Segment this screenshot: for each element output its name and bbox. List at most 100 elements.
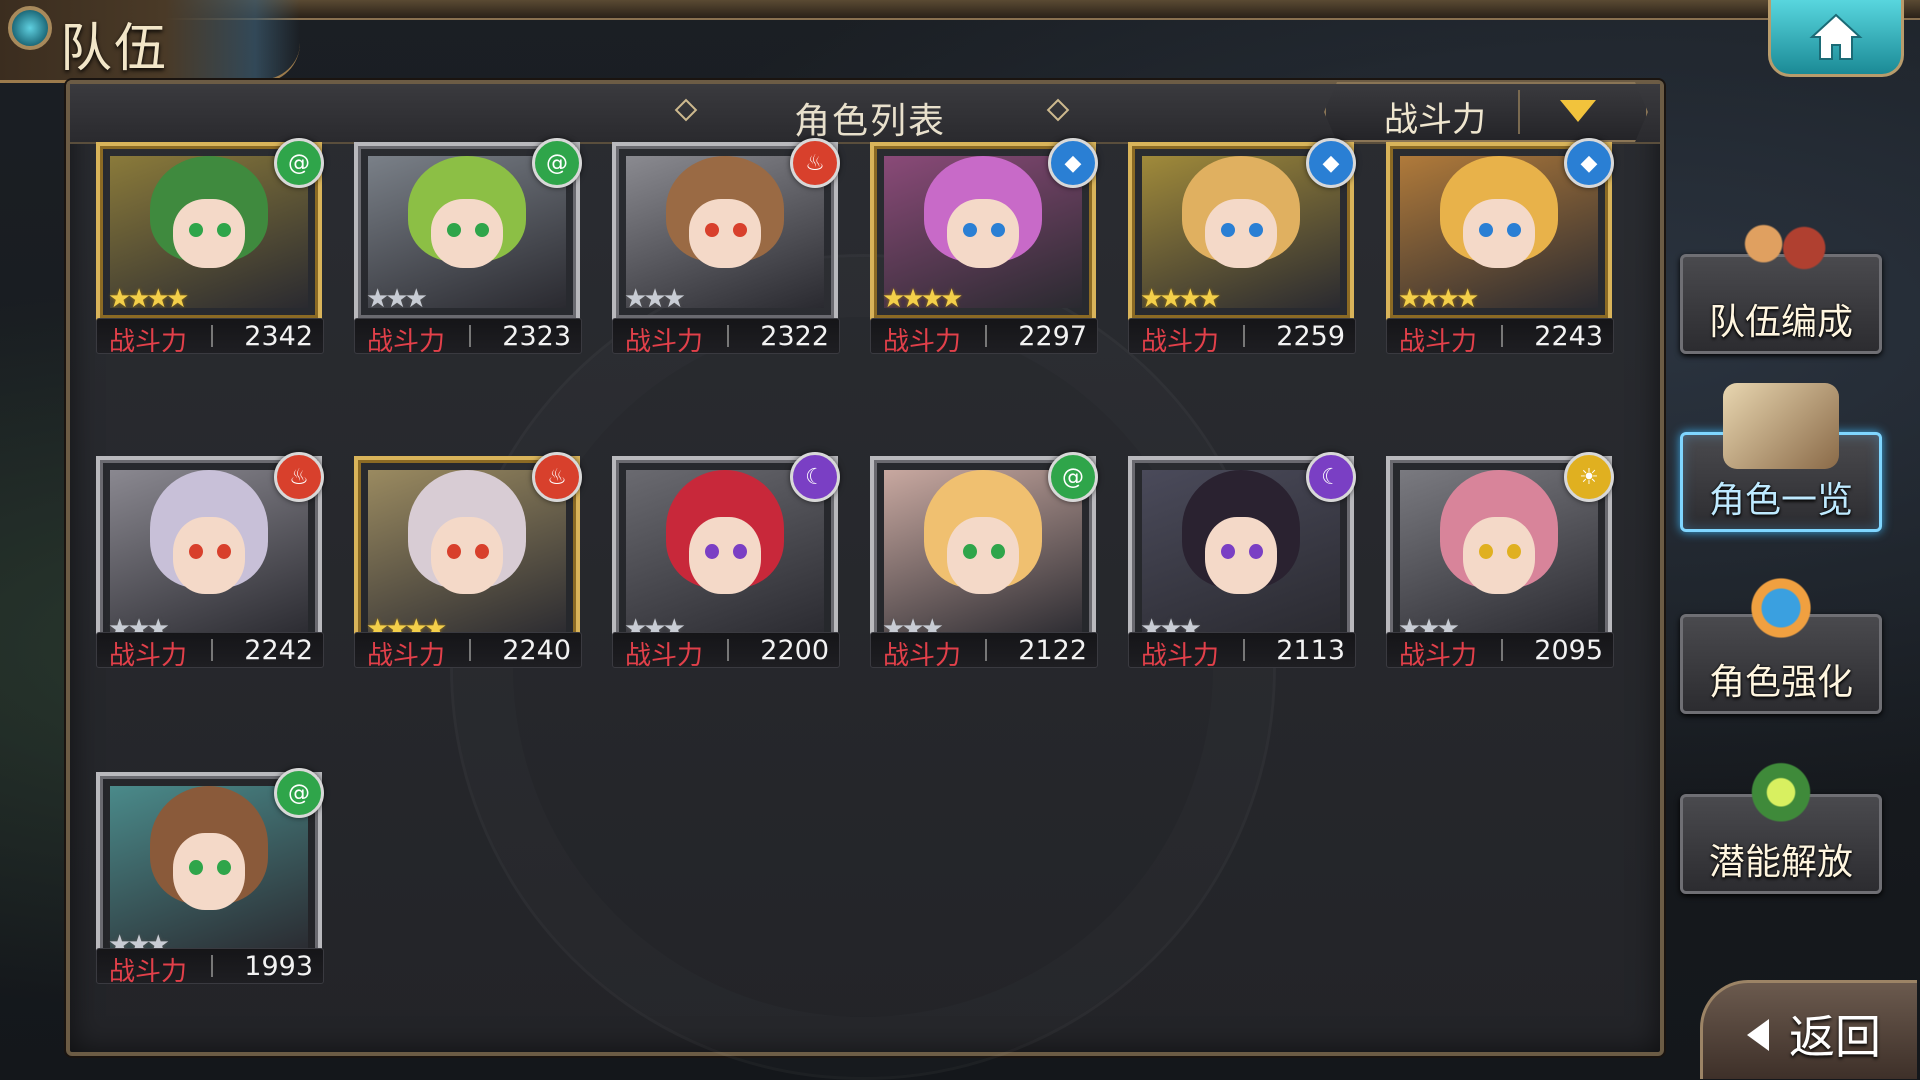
character-face [689,517,761,595]
power-divider [211,325,213,347]
character-face [173,198,245,269]
potential-orb-icon [1723,745,1839,831]
star-icon: ★ [939,284,963,314]
power-bar: 战斗力 2113 [1128,632,1356,671]
wind-element-icon: @ [532,138,582,188]
character-card[interactable]: ◆ ★★★★ 战斗力 2259 [1128,138,1356,357]
power-divider [727,325,729,347]
water-element-icon: ◆ [1564,138,1614,188]
power-value: 2323 [502,321,571,352]
dropdown-triangle-icon [1560,100,1596,122]
star-icon: ★ [1436,284,1460,314]
book-icon [1723,383,1839,469]
sidebar-item-label: 队伍编成 [1708,302,1853,343]
power-bar: 战斗力 2342 [96,318,324,357]
power-value: 2259 [1276,321,1345,352]
star-icon: ★ [1197,284,1221,314]
star-icon: ★ [643,284,666,314]
character-list-panel: 角色列表 战斗力 @ ★★★★ 战斗力 2342 @ ★★★ 战斗力 2323 ♨ ★★★ 战斗力 2… [66,80,1664,1080]
power-value: 2322 [760,321,829,352]
water-element-icon: ◆ [1306,138,1356,188]
sidebar-item-team-formation[interactable]: 队伍编成 [1680,205,1882,354]
character-portrait: ☾ ★★★ [612,452,840,652]
light-element-icon: ☀ [1564,452,1614,502]
star-icon: ★ [1140,284,1163,314]
fire-element-icon: ♨ [274,452,324,502]
character-card[interactable]: ♨ ★★★ 战斗力 2322 [612,138,840,357]
power-label: 战斗力 [109,327,188,357]
back-label: 返回 [1789,1010,1881,1064]
sort-divider [1518,90,1520,134]
character-eye [216,859,231,876]
power-bar: 战斗力 2240 [354,632,582,671]
star-icon: ★ [1398,284,1421,314]
power-divider [469,325,471,347]
character-face [1463,198,1535,269]
character-eye [1248,543,1263,560]
star-icon: ★ [127,284,150,314]
character-portrait: ♨ ★★★ [96,452,324,652]
back-button[interactable]: 返回 [1700,980,1917,1079]
sidebar-item-label: 潜能解放 [1708,842,1853,883]
star-icon: ★ [901,284,924,314]
diamond-ornament-icon [674,98,698,122]
star-icon: ★ [108,284,131,314]
character-card[interactable]: ☾ ★★★ 战斗力 2113 [1128,452,1356,671]
character-card[interactable]: ♨ ★★★ 战斗力 2242 [96,452,324,671]
character-card[interactable]: @ ★★★★ 战斗力 2342 [96,138,324,357]
character-card[interactable]: ☀ ★★★ 战斗力 2095 [1386,452,1614,671]
power-value: 1993 [244,951,313,982]
power-divider [211,955,213,977]
portrait-art [884,470,1082,638]
sidebar-item-potential-unlock[interactable]: 潜能解放 [1680,745,1882,894]
character-card[interactable]: @ ★★★ 战斗力 2122 [870,452,1098,671]
star-icon: ★ [1455,284,1479,314]
sidebar-item-character-list[interactable]: 角色一览 [1680,383,1882,532]
character-eye [1248,222,1263,237]
home-button[interactable] [1768,0,1904,77]
character-face [431,517,503,595]
character-card[interactable]: @ ★★★ 战斗力 1993 [96,768,324,987]
enhance-crystal-icon [1723,565,1839,651]
character-eye [732,222,747,237]
character-card[interactable]: ◆ ★★★★ 战斗力 2243 [1386,138,1614,357]
star-rating: ★★★★ [1398,284,1479,314]
power-divider [1501,325,1503,347]
power-label: 战斗力 [367,327,446,357]
power-bar: 战斗力 2242 [96,632,324,671]
character-face [173,833,245,911]
panel-header: 角色列表 战斗力 [70,82,1660,144]
portrait-art [110,470,308,638]
power-divider [985,639,987,661]
wind-element-icon: @ [1048,452,1098,502]
character-card[interactable]: @ ★★★ 战斗力 2323 [354,138,582,357]
star-icon: ★ [146,284,170,314]
character-portrait: ☀ ★★★ [1386,452,1614,652]
power-divider [211,639,213,661]
power-label: 战斗力 [1399,641,1478,671]
power-bar: 战斗力 2095 [1386,632,1614,671]
power-label: 战斗力 [883,327,962,357]
power-bar: 战斗力 2122 [870,632,1098,671]
power-bar: 战斗力 2297 [870,318,1098,357]
power-bar: 战斗力 2323 [354,318,582,357]
portrait-art [1400,470,1598,638]
power-bar: 战斗力 1993 [96,948,324,987]
character-eye [705,543,720,560]
star-icon: ★ [366,284,389,314]
character-card[interactable]: ☾ ★★★ 战斗力 2200 [612,452,840,671]
character-card[interactable]: ◆ ★★★★ 战斗力 2297 [870,138,1098,357]
character-face [431,198,503,269]
power-label: 战斗力 [883,641,962,671]
sidebar-item-label: 角色一览 [1708,480,1853,521]
sidebar-item-character-enhance[interactable]: 角色强化 [1680,565,1882,714]
power-divider [1501,639,1503,661]
power-bar: 战斗力 2259 [1128,318,1356,357]
sort-dropdown[interactable]: 战斗力 [1324,82,1648,142]
character-eye [963,222,978,237]
character-card[interactable]: ♨ ★★★★ 战斗力 2240 [354,452,582,671]
power-divider [1243,639,1245,661]
power-value: 2122 [1018,635,1087,666]
water-element-icon: ◆ [1048,138,1098,188]
character-eye [732,543,747,560]
